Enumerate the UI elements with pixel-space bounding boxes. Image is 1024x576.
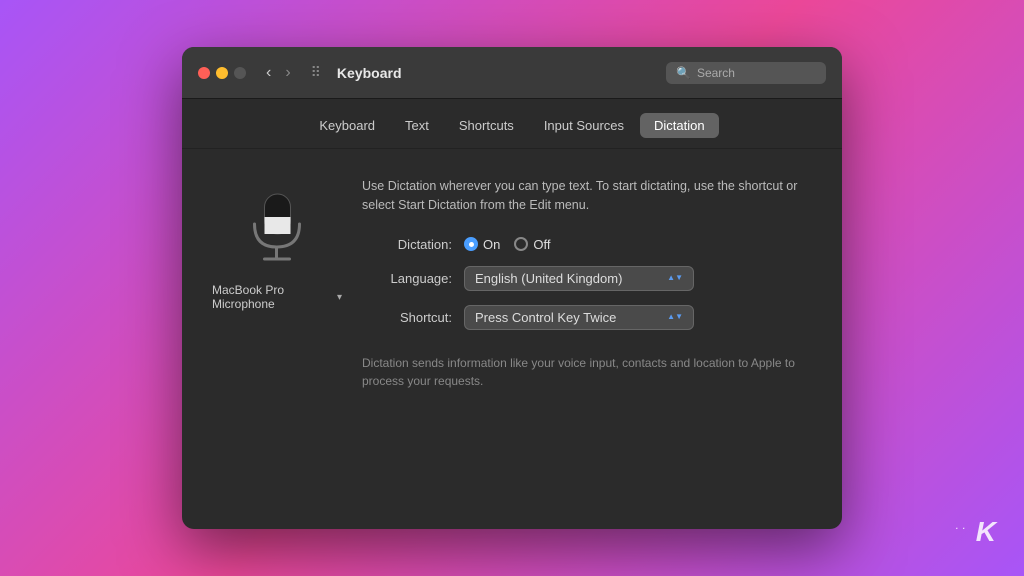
- microphone-label[interactable]: MacBook Pro Microphone ▾: [212, 283, 342, 311]
- forward-arrow-icon[interactable]: ›: [281, 62, 294, 84]
- knowtechie-letter: K: [976, 516, 996, 547]
- search-box[interactable]: 🔍 Search: [666, 62, 826, 84]
- microphone-icon: [242, 189, 312, 269]
- window-title: Keyboard: [337, 65, 658, 81]
- dictation-on-option[interactable]: On: [464, 237, 500, 252]
- tab-text[interactable]: Text: [391, 113, 443, 138]
- maximize-button[interactable]: [234, 67, 246, 79]
- off-label: Off: [533, 237, 550, 252]
- search-icon: 🔍: [676, 66, 691, 80]
- shortcut-row: Shortcut: Press Control Key Twice ▲▼: [362, 305, 812, 330]
- settings-panel: Use Dictation wherever you can type text…: [362, 169, 812, 390]
- tab-input-sources[interactable]: Input Sources: [530, 113, 638, 138]
- radio-off-circle[interactable]: [514, 237, 528, 251]
- dictation-off-option[interactable]: Off: [514, 237, 550, 252]
- shortcut-dropdown-arrows-icon: ▲▼: [667, 313, 683, 321]
- language-dropdown-arrows-icon: ▲▼: [667, 274, 683, 282]
- tab-shortcuts[interactable]: Shortcuts: [445, 113, 528, 138]
- mic-panel: MacBook Pro Microphone ▾: [212, 169, 342, 390]
- back-arrow-icon[interactable]: ‹: [262, 62, 275, 84]
- knowtechie-badge: · · K: [955, 516, 996, 548]
- language-label: Language:: [362, 271, 452, 286]
- mic-dropdown-arrow-icon: ▾: [337, 292, 342, 303]
- titlebar: ‹ › ⠿ Keyboard 🔍 Search: [182, 47, 842, 99]
- dictation-radio-group: On Off: [464, 237, 550, 252]
- shortcut-value: Press Control Key Twice: [475, 310, 616, 325]
- dictation-label: Dictation:: [362, 237, 452, 252]
- traffic-lights: [198, 67, 246, 79]
- close-button[interactable]: [198, 67, 210, 79]
- content-area: MacBook Pro Microphone ▾ Use Dictation w…: [182, 149, 842, 529]
- tab-keyboard[interactable]: Keyboard: [305, 113, 389, 138]
- tabs-bar: Keyboard Text Shortcuts Input Sources Di…: [182, 99, 842, 149]
- grid-icon[interactable]: ⠿: [311, 64, 321, 81]
- language-dropdown[interactable]: English (United Kingdom) ▲▼: [464, 266, 694, 291]
- settings-window: ‹ › ⠿ Keyboard 🔍 Search Keyboard Text Sh…: [182, 47, 842, 529]
- tab-dictation[interactable]: Dictation: [640, 113, 719, 138]
- language-row: Language: English (United Kingdom) ▲▼: [362, 266, 812, 291]
- language-value: English (United Kingdom): [475, 271, 622, 286]
- dots-decoration: · ·: [955, 524, 966, 533]
- on-label: On: [483, 237, 500, 252]
- minimize-button[interactable]: [216, 67, 228, 79]
- shortcut-dropdown[interactable]: Press Control Key Twice ▲▼: [464, 305, 694, 330]
- description-text: Use Dictation wherever you can type text…: [362, 177, 812, 215]
- shortcut-label: Shortcut:: [362, 310, 452, 325]
- dictation-toggle-row: Dictation: On Off: [362, 237, 812, 252]
- radio-on-circle[interactable]: [464, 237, 478, 251]
- search-placeholder: Search: [697, 66, 735, 80]
- content-inner: MacBook Pro Microphone ▾ Use Dictation w…: [212, 169, 812, 390]
- microphone-name: MacBook Pro Microphone: [212, 283, 333, 311]
- privacy-text: Dictation sends information like your vo…: [362, 354, 812, 390]
- nav-arrows: ‹ ›: [262, 62, 295, 84]
